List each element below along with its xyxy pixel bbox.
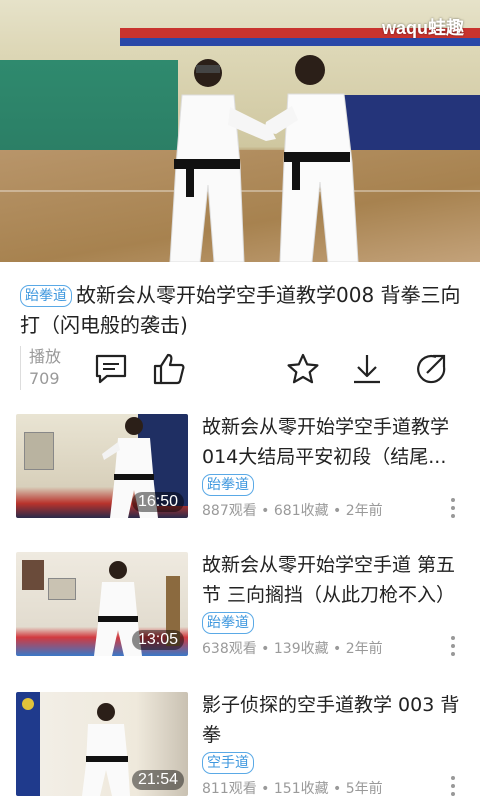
thumb-poster [24, 432, 54, 470]
more-options-icon[interactable] [448, 774, 458, 798]
thumb-logo [22, 698, 34, 710]
video-thumbnail[interactable]: 13:05 [16, 552, 188, 656]
list-item[interactable]: 13:05 故新会从零开始学空手道 第五节 三向搁挡（从此刀枪不入） 跆拳道 6… [0, 552, 480, 672]
list-item[interactable]: 21:54 影子侦探的空手道教学 003 背拳 空手道 811观看 • 151收… [0, 692, 480, 800]
video-title: 故新会从零开始学空手道教学008 背拳三向打（闪电般的袭击) [20, 283, 461, 337]
list-item-title[interactable]: 故新会从零开始学空手道 第五节 三向搁挡（从此刀枪不入） [202, 550, 470, 610]
comment-icon[interactable] [94, 352, 128, 386]
video-duration: 21:54 [131, 770, 184, 790]
list-item-tag[interactable]: 跆拳道 [202, 612, 254, 634]
share-icon[interactable] [414, 352, 448, 386]
video-title-block: 跆拳道 故新会从零开始学空手道教学008 背拳三向打（闪电般的袭击) [20, 280, 470, 340]
thumb-frame-2 [48, 578, 76, 600]
list-item-meta: 811观看 • 151收藏 • 5年前 [202, 781, 383, 797]
star-icon[interactable] [286, 352, 320, 386]
video-duration: 16:50 [131, 492, 184, 512]
list-item-title[interactable]: 故新会从零开始学空手道教学014大结局平安初段（结尾... [202, 412, 470, 472]
list-item-meta: 638观看 • 139收藏 • 2年前 [202, 641, 383, 657]
video-thumbnail[interactable]: 21:54 [16, 692, 188, 796]
more-options-icon[interactable] [448, 634, 458, 658]
thumb-frame [22, 560, 44, 590]
fighter-left [169, 59, 276, 262]
list-item-tag[interactable]: 空手道 [202, 752, 254, 774]
video-thumbnail[interactable]: 16:50 [16, 414, 188, 518]
video-player[interactable]: waqu蛙趣 [0, 0, 480, 262]
download-icon[interactable] [350, 352, 384, 386]
more-options-icon[interactable] [448, 496, 458, 520]
play-count-value: 709 [29, 369, 60, 388]
play-count-label: 播放 [29, 347, 62, 366]
list-item-meta: 887观看 • 681收藏 • 2年前 [202, 503, 383, 519]
list-item[interactable]: 16:50 故新会从零开始学空手道教学014大结局平安初段（结尾... 跆拳道 … [0, 414, 480, 534]
video-category-tag[interactable]: 跆拳道 [20, 285, 72, 307]
app-root: waqu蛙趣 跆拳道 故新会从零开始学空手道教学008 背拳三向打（闪电般的袭击)… [0, 0, 480, 800]
play-count: 播放 709 [20, 346, 61, 390]
player-logo: waqu蛙趣 [381, 18, 464, 38]
action-bar: 播放 709 [0, 344, 480, 392]
list-item-tag[interactable]: 跆拳道 [202, 474, 254, 496]
like-icon[interactable] [152, 352, 186, 386]
video-duration: 13:05 [131, 630, 184, 650]
list-item-title[interactable]: 影子侦探的空手道教学 003 背拳 [202, 690, 470, 750]
fighter-right [264, 55, 359, 262]
